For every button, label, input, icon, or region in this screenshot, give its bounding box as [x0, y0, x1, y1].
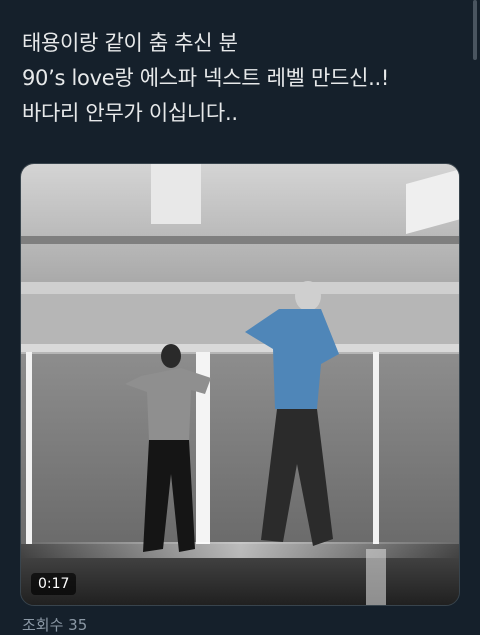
tweet-line: 90’s love랑 에스파 넥스트 레벨 만드신..! — [22, 66, 389, 90]
video-frame — [21, 164, 459, 605]
tweet-line: 태용이랑 같이 춤 추신 분 — [22, 31, 238, 55]
video-duration-badge: 0:17 — [31, 573, 77, 595]
tweet-text: 태용이랑 같이 춤 추신 분 90’s love랑 에스파 넥스트 레벨 만드신… — [22, 26, 462, 131]
view-count: 조회수 35 — [22, 616, 88, 634]
tweet-line: 바다리 안무가 이십니다.. — [22, 101, 238, 125]
video-player[interactable]: 0:17 — [20, 163, 460, 606]
scrollbar[interactable] — [473, 0, 477, 60]
